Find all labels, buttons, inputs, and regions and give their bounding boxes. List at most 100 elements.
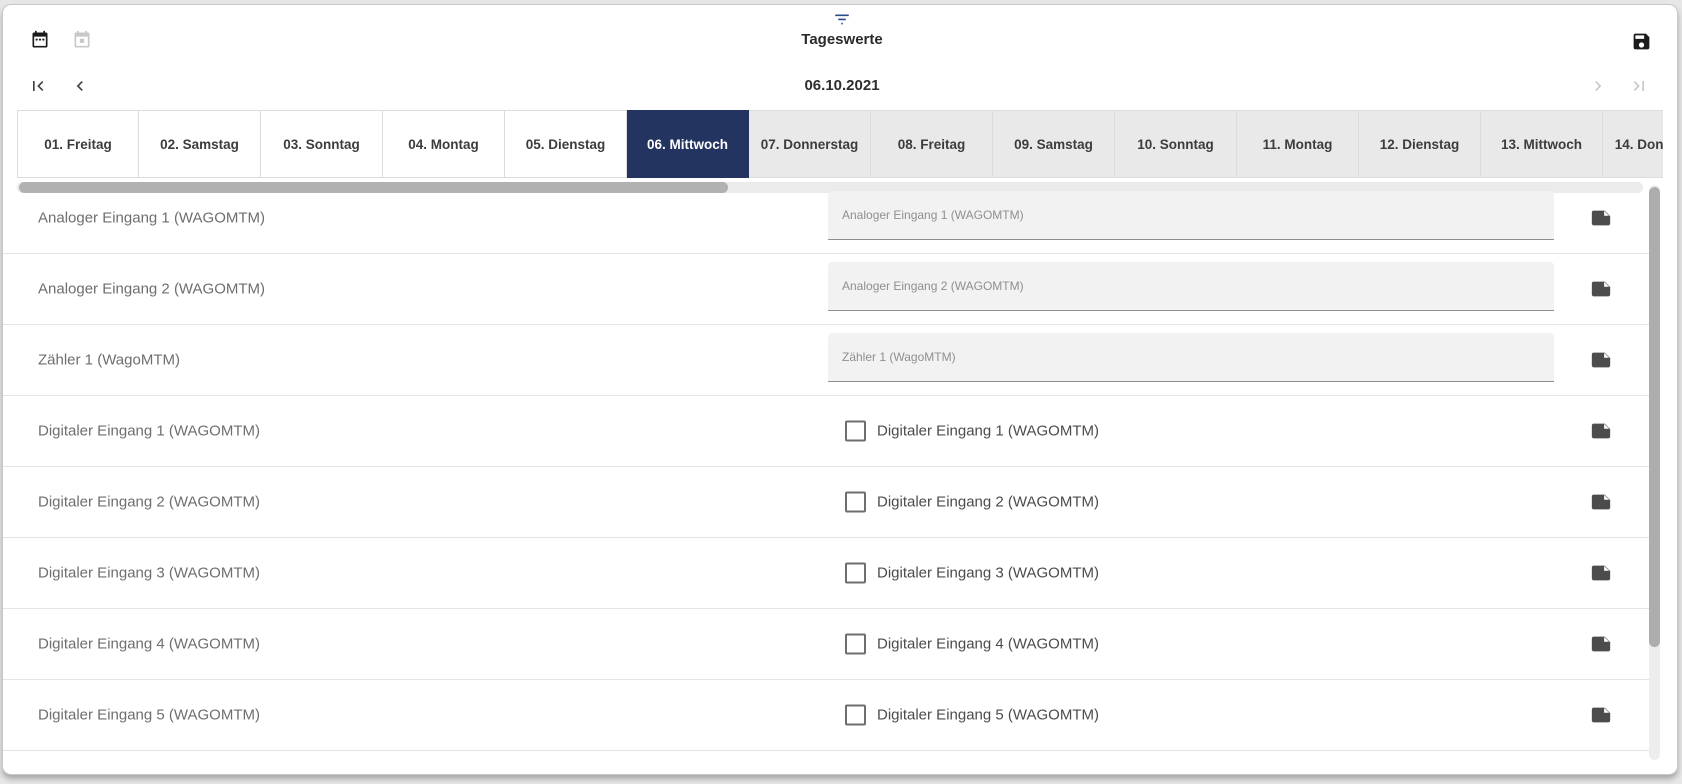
note-copy-icon: [1589, 207, 1613, 229]
day-tab-label: 07. Donnerstag: [761, 137, 859, 152]
save-button[interactable]: [1631, 31, 1652, 52]
day-tab-1[interactable]: 01. Freitag: [17, 110, 139, 178]
page-title: Tageswerte: [801, 31, 882, 48]
table-row-checkbox: Digitaler Eingang 2 (WAGOMTM) Digitaler …: [3, 467, 1649, 538]
value-input[interactable]: [828, 191, 1554, 239]
note-copy-icon: [1589, 349, 1613, 371]
row-label: Zähler 1 (WagoMTM): [38, 352, 180, 369]
day-tab-label: 09. Samstag: [1014, 137, 1093, 152]
note-copy-icon: [1589, 278, 1613, 300]
day-tab-label: 12. Dienstag: [1380, 137, 1460, 152]
filter-icon: [833, 10, 851, 28]
calendar-day-icon: [72, 30, 92, 50]
value-field: [828, 333, 1554, 382]
row-label: Analoger Eingang 1 (WAGOMTM): [38, 210, 265, 227]
day-tab-5[interactable]: 05. Dienstag: [505, 110, 627, 178]
value-checkbox[interactable]: [845, 563, 866, 584]
table-row-checkbox: Digitaler Eingang 4 (WAGOMTM) Digitaler …: [3, 609, 1649, 680]
copy-note-button[interactable]: [1589, 207, 1613, 229]
first-day-button[interactable]: [28, 76, 48, 96]
value-checkbox[interactable]: [845, 634, 866, 655]
current-date: 06.10.2021: [804, 77, 879, 94]
row-label: Digitaler Eingang 2 (WAGOMTM): [38, 494, 260, 511]
value-field: [828, 191, 1554, 240]
note-copy-icon: [1589, 562, 1613, 584]
value-checkbox[interactable]: [845, 492, 866, 513]
row-label: Analoger Eingang 2 (WAGOMTM): [38, 281, 265, 298]
day-tab-6[interactable]: 06. Mittwoch: [627, 110, 749, 178]
row-label: Digitaler Eingang 4 (WAGOMTM): [38, 636, 260, 653]
copy-note-button[interactable]: [1589, 491, 1613, 513]
day-tab-10[interactable]: 10. Sonntag: [1115, 110, 1237, 178]
checkbox-group: Digitaler Eingang 4 (WAGOMTM): [845, 634, 1099, 655]
note-copy-icon: [1589, 420, 1613, 442]
table-row-text: Analoger Eingang 2 (WAGOMTM): [3, 254, 1649, 325]
copy-note-button[interactable]: [1589, 420, 1613, 442]
previous-day-button[interactable]: [70, 76, 90, 96]
last-page-icon: [1629, 76, 1649, 96]
day-tab-label: 03. Sonntag: [283, 137, 360, 152]
day-tabs: 01. Freitag 02. Samstag 03. Sonntag 04. …: [17, 110, 1663, 178]
value-input[interactable]: [828, 333, 1554, 381]
day-tab-14[interactable]: 14. Donnerstag: [1603, 110, 1663, 178]
row-label: Digitaler Eingang 1 (WAGOMTM): [38, 423, 260, 440]
note-copy-icon: [1589, 704, 1613, 726]
value-input[interactable]: [828, 262, 1554, 310]
checkbox-label: Digitaler Eingang 1 (WAGOMTM): [877, 423, 1099, 440]
row-label: Digitaler Eingang 3 (WAGOMTM): [38, 565, 260, 582]
day-tab-label: 05. Dienstag: [526, 137, 606, 152]
chevron-right-icon: [1588, 76, 1608, 96]
table-row-checkbox: Digitaler Eingang 3 (WAGOMTM) Digitaler …: [3, 538, 1649, 609]
day-tab-11[interactable]: 11. Montag: [1237, 110, 1359, 178]
day-tab-label: 13. Mittwoch: [1501, 137, 1582, 152]
day-tab-8[interactable]: 08. Freitag: [871, 110, 993, 178]
row-label: Digitaler Eingang 5 (WAGOMTM): [38, 707, 260, 724]
copy-note-button[interactable]: [1589, 562, 1613, 584]
next-day-button: [1588, 76, 1608, 96]
day-tab-label: 02. Samstag: [160, 137, 239, 152]
calendar-month-button[interactable]: [30, 30, 50, 50]
day-tab-4[interactable]: 04. Montag: [383, 110, 505, 178]
checkbox-group: Digitaler Eingang 1 (WAGOMTM): [845, 421, 1099, 442]
table-row-checkbox: Digitaler Eingang 1 (WAGOMTM) Digitaler …: [3, 396, 1649, 467]
day-tab-9[interactable]: 09. Samstag: [993, 110, 1115, 178]
day-tab-label: 14. Donnerstag: [1615, 137, 1663, 152]
checkbox-label: Digitaler Eingang 5 (WAGOMTM): [877, 707, 1099, 724]
table-row-text: Analoger Eingang 1 (WAGOMTM): [3, 183, 1649, 254]
copy-note-button[interactable]: [1589, 633, 1613, 655]
calendar-month-icon: [30, 30, 50, 50]
filter-button[interactable]: [833, 10, 851, 28]
day-tab-12[interactable]: 12. Dienstag: [1359, 110, 1481, 178]
checkbox-group: Digitaler Eingang 2 (WAGOMTM): [845, 492, 1099, 513]
day-tab-label: 06. Mittwoch: [647, 137, 728, 152]
day-tab-13[interactable]: 13. Mittwoch: [1481, 110, 1603, 178]
vertical-scrollbar: [1649, 185, 1660, 760]
day-tab-label: 08. Freitag: [898, 137, 966, 152]
day-tab-3[interactable]: 03. Sonntag: [261, 110, 383, 178]
day-tab-label: 04. Montag: [408, 137, 479, 152]
vertical-scrollbar-thumb[interactable]: [1649, 187, 1660, 647]
first-page-icon: [28, 76, 48, 96]
day-tab-label: 01. Freitag: [44, 137, 112, 152]
copy-note-button[interactable]: [1589, 278, 1613, 300]
table-row-checkbox: Digitaler Eingang 5 (WAGOMTM) Digitaler …: [3, 680, 1649, 751]
copy-note-button[interactable]: [1589, 349, 1613, 371]
value-checkbox[interactable]: [845, 421, 866, 442]
calendar-day-button: [72, 30, 92, 50]
chevron-left-icon: [70, 76, 90, 96]
tageswerte-panel: Tageswerte 06.10.2021 01. Freitag 02. Sa…: [2, 4, 1678, 775]
note-copy-icon: [1589, 633, 1613, 655]
values-table: Analoger Eingang 1 (WAGOMTM) Analoger Ei…: [3, 183, 1649, 751]
checkbox-label: Digitaler Eingang 3 (WAGOMTM): [877, 565, 1099, 582]
checkbox-group: Digitaler Eingang 5 (WAGOMTM): [845, 705, 1099, 726]
value-field: [828, 262, 1554, 311]
day-tab-2[interactable]: 02. Samstag: [139, 110, 261, 178]
last-day-button: [1629, 76, 1649, 96]
save-icon: [1631, 31, 1652, 52]
day-tab-label: 10. Sonntag: [1137, 137, 1214, 152]
copy-note-button[interactable]: [1589, 704, 1613, 726]
table-row-text: Zähler 1 (WagoMTM): [3, 325, 1649, 396]
checkbox-label: Digitaler Eingang 2 (WAGOMTM): [877, 494, 1099, 511]
value-checkbox[interactable]: [845, 705, 866, 726]
day-tab-7[interactable]: 07. Donnerstag: [749, 110, 871, 178]
